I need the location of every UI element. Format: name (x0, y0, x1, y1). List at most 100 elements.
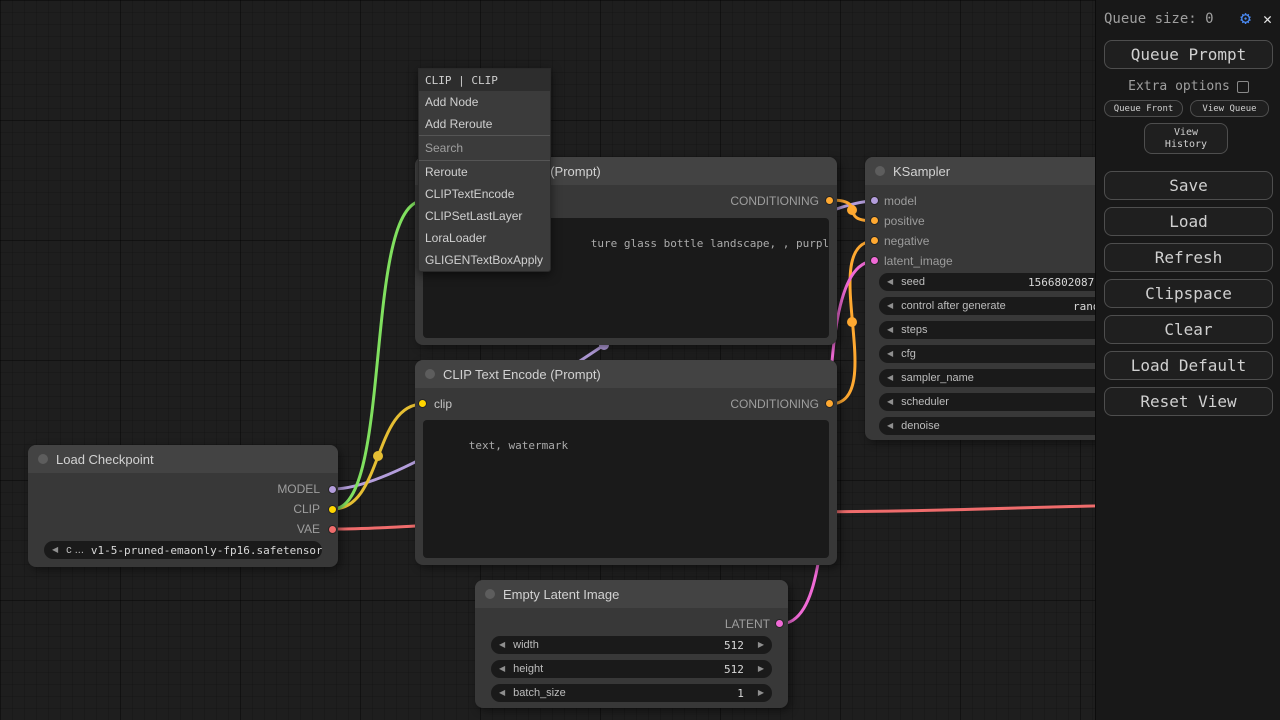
clipspace-button[interactable]: Clipspace (1104, 279, 1273, 308)
output-port-clip[interactable] (328, 505, 337, 514)
widget-label: sampler_name (901, 372, 974, 384)
increment-arrow-icon[interactable]: ▶ (758, 641, 764, 649)
increment-arrow-icon[interactable]: ▶ (758, 665, 764, 673)
decrement-arrow-icon[interactable]: ◀ (887, 374, 893, 382)
decrement-arrow-icon[interactable]: ◀ (887, 326, 893, 334)
context-menu: CLIP | CLIP Add Node Add Reroute Search … (418, 68, 551, 272)
output-port-vae[interactable] (328, 525, 337, 534)
widget-value: 512 (724, 663, 744, 676)
output-label-model: MODEL (277, 482, 320, 496)
input-port-positive[interactable] (870, 216, 879, 225)
node-title: CLIP Text Encode (Prompt) (443, 367, 601, 382)
output-port-conditioning[interactable] (825, 196, 834, 205)
menu-item-gligentextboxapply[interactable]: GLIGENTextBoxApply (419, 249, 550, 271)
batch-size-widget[interactable]: ◀ batch_size 1 ▶ (491, 684, 772, 702)
decrement-arrow-icon[interactable]: ◀ (52, 546, 58, 554)
collapse-dot-icon[interactable] (38, 454, 48, 464)
reset-view-button[interactable]: Reset View (1104, 387, 1273, 416)
menu-item-reroute[interactable]: Reroute (419, 161, 550, 183)
comfy-menu-panel: Queue size: 0 ⚙ ✕ Queue Prompt Extra opt… (1095, 0, 1280, 720)
output-port-model[interactable] (328, 485, 337, 494)
menu-search-input[interactable]: Search (419, 135, 550, 161)
sampler-name-widget[interactable]: ◀ sampler_name (879, 369, 1131, 387)
widget-label: steps (901, 324, 927, 336)
output-port-latent[interactable] (775, 619, 784, 628)
cfg-widget[interactable]: ◀ cfg (879, 345, 1131, 363)
widget-label: batch_size (513, 687, 566, 699)
height-widget[interactable]: ◀ height 512 ▶ (491, 660, 772, 678)
seed-widget[interactable]: ◀ seed 1566802087 (879, 273, 1131, 291)
input-label-latent-image: latent_image (884, 254, 953, 268)
scheduler-widget[interactable]: ◀ scheduler (879, 393, 1131, 411)
output-port-conditioning[interactable] (825, 399, 834, 408)
output-label-clip: CLIP (293, 502, 320, 516)
width-widget[interactable]: ◀ width 512 ▶ (491, 636, 772, 654)
view-history-button[interactable]: View History (1144, 123, 1228, 154)
node-graph-canvas[interactable]: Load Checkpoint MODEL CLIP VAE ◀ c ... v… (0, 0, 1280, 720)
menu-item-add-node[interactable]: Add Node (419, 91, 550, 113)
collapse-dot-icon[interactable] (425, 369, 435, 379)
decrement-arrow-icon[interactable]: ◀ (499, 641, 505, 649)
link-drag (333, 201, 423, 509)
output-label-conditioning: CONDITIONING (730, 397, 819, 411)
collapse-dot-icon[interactable] (875, 166, 885, 176)
node-title: KSampler (893, 164, 950, 179)
link-clip-midpoint (373, 451, 383, 461)
node-empty-latent-image[interactable]: Empty Latent Image LATENT ◀ width 512 ▶ … (475, 580, 788, 708)
node-title-bar[interactable]: Load Checkpoint (28, 445, 338, 473)
widget-label: control after generate (901, 300, 1006, 312)
decrement-arrow-icon[interactable]: ◀ (887, 398, 893, 406)
input-label-clip: clip (434, 397, 452, 411)
decrement-arrow-icon[interactable]: ◀ (887, 302, 893, 310)
widget-label: scheduler (901, 396, 949, 408)
input-port-negative[interactable] (870, 236, 879, 245)
input-label-model: model (884, 194, 917, 208)
queue-front-button[interactable]: Queue Front (1104, 100, 1183, 117)
menu-item-loraloader[interactable]: LoraLoader (419, 227, 550, 249)
settings-gear-icon[interactable]: ⚙ (1240, 10, 1251, 28)
collapse-dot-icon[interactable] (485, 589, 495, 599)
decrement-arrow-icon[interactable]: ◀ (887, 350, 893, 358)
save-button[interactable]: Save (1104, 171, 1273, 200)
refresh-button[interactable]: Refresh (1104, 243, 1273, 272)
load-button[interactable]: Load (1104, 207, 1273, 236)
queue-size-label: Queue size: 0 (1104, 11, 1240, 27)
control-after-generate-widget[interactable]: ◀ control after generate randomize (879, 297, 1131, 315)
menu-item-add-reroute[interactable]: Add Reroute (419, 113, 550, 135)
widget-label: denoise (901, 420, 940, 432)
denoise-widget[interactable]: ◀ denoise (879, 417, 1131, 435)
decrement-arrow-icon[interactable]: ◀ (887, 278, 893, 286)
view-history-label: View History (1160, 127, 1212, 151)
input-port-clip[interactable] (418, 399, 427, 408)
increment-arrow-icon[interactable]: ▶ (758, 689, 764, 697)
node-load-checkpoint[interactable]: Load Checkpoint MODEL CLIP VAE ◀ c ... v… (28, 445, 338, 567)
menu-item-cliptextencode[interactable]: CLIPTextEncode (419, 183, 550, 205)
view-queue-button[interactable]: View Queue (1190, 100, 1269, 117)
widget-label: cfg (901, 348, 916, 360)
ckpt-name-combo[interactable]: ◀ c ... v1-5-pruned-emaonly-fp16.safeten… (44, 541, 322, 559)
output-label-conditioning: CONDITIONING (730, 194, 819, 208)
link-cond2-midpoint (847, 317, 857, 327)
input-port-model[interactable] (870, 196, 879, 205)
menu-item-clipsetlastlayer[interactable]: CLIPSetLastLayer (419, 205, 550, 227)
context-menu-header: CLIP | CLIP (419, 69, 550, 91)
clear-button[interactable]: Clear (1104, 315, 1273, 344)
node-title: Empty Latent Image (503, 587, 619, 602)
node-title-bar[interactable]: CLIP Text Encode (Prompt) (415, 360, 837, 388)
input-port-latent-image[interactable] (870, 256, 879, 265)
steps-widget[interactable]: ◀ steps (879, 321, 1131, 339)
output-label-vae: VAE (297, 522, 320, 536)
queue-prompt-button[interactable]: Queue Prompt (1104, 40, 1273, 69)
widget-label: width (513, 639, 539, 651)
node-title-bar[interactable]: Empty Latent Image (475, 580, 788, 608)
close-icon[interactable]: ✕ (1263, 12, 1272, 27)
decrement-arrow-icon[interactable]: ◀ (499, 689, 505, 697)
prompt-text: ture glass bottle landscape, , purple ga… (591, 237, 829, 250)
node-clip-text-encode-2[interactable]: CLIP Text Encode (Prompt) clip CONDITION… (415, 360, 837, 565)
decrement-arrow-icon[interactable]: ◀ (499, 665, 505, 673)
extra-options-checkbox[interactable] (1237, 81, 1249, 93)
widget-value: 1566802087 (1028, 276, 1094, 289)
prompt-textarea[interactable]: text, watermark (423, 420, 829, 558)
load-default-button[interactable]: Load Default (1104, 351, 1273, 380)
decrement-arrow-icon[interactable]: ◀ (887, 422, 893, 430)
